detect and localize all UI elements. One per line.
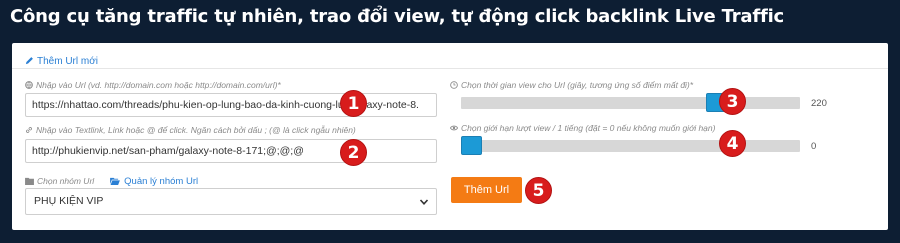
manage-groups-link[interactable]: Quản lý nhóm Url xyxy=(110,176,198,187)
annotation-badge-5: 5 xyxy=(525,177,552,204)
view-time-value: 220 xyxy=(811,98,827,109)
add-url-panel: Thêm Url mới Nhập vào Url (vd. http://do… xyxy=(12,43,888,230)
eye-icon xyxy=(450,125,458,131)
view-limit-slider[interactable] xyxy=(461,136,800,155)
group-select-value: PHỤ KIỆN VIP xyxy=(34,195,104,207)
manage-groups-label: Quản lý nhóm Url xyxy=(124,176,199,187)
globe-icon xyxy=(25,81,33,89)
pencil-icon xyxy=(25,57,33,65)
view-limit-hint-text: Chọn giới hạn lượt view / 1 tiếng (đặt =… xyxy=(461,123,716,133)
annotation-badge-4: 4 xyxy=(719,130,746,157)
url-hint: Nhập vào Url (vd. http://domain.com hoặc… xyxy=(25,80,281,90)
textlink-hint: Nhập vào Textlink, Link hoặc @ để click.… xyxy=(25,125,356,135)
view-limit-value: 0 xyxy=(811,141,817,152)
add-url-submit-button[interactable]: Thêm Url xyxy=(451,177,522,203)
folder-open-icon xyxy=(110,177,121,185)
annotation-badge-1: 1 xyxy=(340,90,367,117)
add-url-label: Thêm Url mới xyxy=(37,56,99,67)
group-label: Chọn nhóm Url xyxy=(37,176,95,186)
annotation-badge-2: 2 xyxy=(340,139,367,166)
link-icon xyxy=(26,127,32,133)
textlink-input[interactable]: http://phukienvip.net/san-pham/galaxy-no… xyxy=(25,139,437,163)
add-url-link[interactable]: Thêm Url mới xyxy=(25,56,98,67)
url-hint-text: Nhập vào Url (vd. http://domain.com hoặc… xyxy=(36,80,281,90)
view-time-hint: Chọn thời gian view cho Url (giây, tương… xyxy=(450,80,693,90)
folder-icon xyxy=(25,177,34,185)
page-title: Công cụ tăng traffic tự nhiên, trao đổi … xyxy=(10,6,785,27)
textlink-hint-text: Nhập vào Textlink, Link hoặc @ để click.… xyxy=(36,125,356,135)
group-select[interactable]: PHỤ KIỆN VIP xyxy=(25,188,437,215)
clock-icon xyxy=(450,81,458,89)
view-limit-hint: Chọn giới hạn lượt view / 1 tiếng (đặt =… xyxy=(450,123,715,133)
chevron-down-icon xyxy=(419,199,429,205)
panel-header: Thêm Url mới xyxy=(12,43,888,69)
view-limit-slider-handle[interactable] xyxy=(461,136,482,155)
view-time-hint-text: Chọn thời gian view cho Url (giây, tương… xyxy=(461,80,694,90)
url-input[interactable]: https://nhattao.com/threads/phu-kien-op-… xyxy=(25,93,437,117)
view-time-slider[interactable] xyxy=(461,93,800,112)
annotation-badge-3: 3 xyxy=(719,88,746,115)
group-row: Chọn nhóm Url Quản lý nhóm Url xyxy=(25,171,198,189)
